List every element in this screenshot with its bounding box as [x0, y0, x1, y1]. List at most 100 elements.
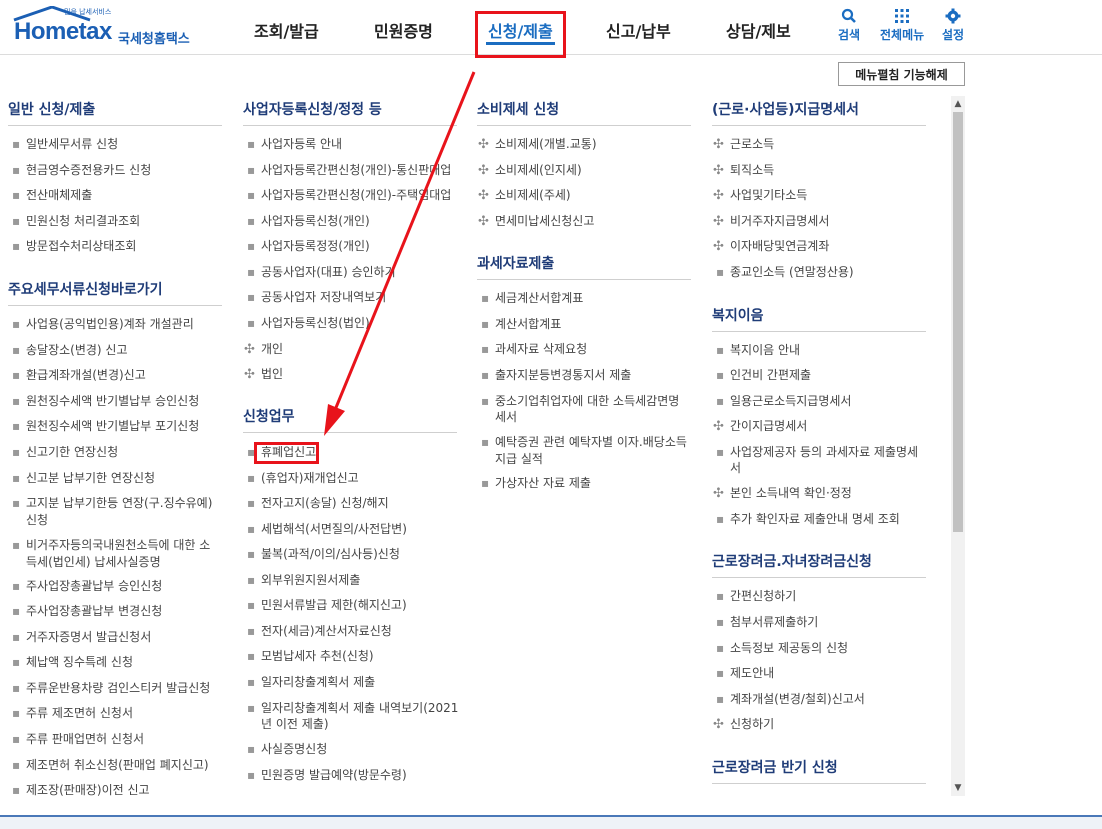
menu-item[interactable]: ▪ 원천징수세액 반기별납부 승인신청: [12, 393, 199, 410]
settings-button[interactable]: 설정: [942, 8, 964, 43]
menu-item[interactable]: ✣ 법인: [244, 366, 283, 383]
menu-item[interactable]: ▪ 계좌개설(변경/철회)신고서: [716, 691, 865, 708]
menu-item[interactable]: ✣ 이자배당및연금계좌: [713, 238, 829, 255]
menu-item-continued[interactable]: 세서: [495, 409, 517, 426]
hometax-logo[interactable]: 믿음 납세서비스 Hometax 국세청홈택스: [6, 4, 206, 50]
menu-item[interactable]: ▪ (휴업자)재개업신고: [247, 470, 359, 487]
menu-item[interactable]: ▪ 전자고지(송달) 신청/해지: [247, 495, 389, 512]
menu-item[interactable]: ✣ 소비제세(주세): [478, 187, 571, 204]
menu-item-label: 면세미납세신청신고: [495, 214, 595, 228]
menu-item[interactable]: ▪ 원천징수세액 반기별납부 포기신청: [12, 418, 199, 435]
menu-item[interactable]: ▪ 사업자등록 안내: [247, 136, 342, 153]
menu-item[interactable]: ▪ 사업자등록간편신청(개인)-주택임대업: [247, 187, 451, 204]
menu-item[interactable]: ▪ 민원신청 처리결과조회: [12, 213, 140, 230]
gnb-report-payment[interactable]: 신고/납부: [606, 18, 671, 42]
menu-item[interactable]: ▪ 주류 판매업면허 신청서: [12, 731, 144, 748]
menu-item[interactable]: ▪ 과세자료 삭제요청: [481, 341, 587, 358]
menu-item[interactable]: ▪ 신고분 납부기한 연장신청: [12, 470, 155, 487]
menu-item[interactable]: ▪ 전산매체제출: [12, 187, 92, 204]
menu-item-continued[interactable]: 서: [730, 460, 741, 477]
menu-item[interactable]: ▪ 제도안내: [716, 665, 774, 682]
menu-item[interactable]: ▪ 일자리창출계획서 제출: [247, 674, 375, 691]
menu-item[interactable]: ▪ 사업용(공익법인용)계좌 개설관리: [12, 316, 194, 333]
menu-item[interactable]: ▪ 전자(세금)계산서자료신청: [247, 623, 392, 640]
menu-item[interactable]: ✣ 소비제세(개별.교통): [478, 136, 597, 153]
menu-item[interactable]: ▪ 거주자증명서 발급신청서: [12, 629, 151, 646]
gnb-lookup-issue[interactable]: 조회/발급: [254, 18, 319, 42]
bullet-icon: ▪: [12, 214, 21, 228]
menu-item[interactable]: ▪ 주류 제조면허 신청서: [12, 705, 133, 722]
menu-expand-toggle-button[interactable]: 메뉴펼침 기능해제: [838, 62, 965, 86]
menu-item[interactable]: ▪ 사업자등록간편신청(개인)-통신판매업: [247, 162, 451, 179]
menu-item[interactable]: ▪ 출자지분등변경통지서 제출: [481, 367, 631, 384]
menu-item[interactable]: ▪ 비거주자등의국내원천소득에 대한 소: [12, 537, 210, 554]
section-divider: [8, 125, 222, 126]
menu-item[interactable]: ✣ 신청하기: [713, 716, 774, 733]
menu-item[interactable]: ▪ 공동사업자 저장내역보기: [247, 289, 386, 306]
search-button[interactable]: 검색: [838, 8, 860, 43]
menu-item[interactable]: ▪ 종교인소득 (연말정산용): [716, 264, 854, 281]
menu-item[interactable]: ✣ 근로소득: [713, 136, 774, 153]
menu-item[interactable]: ▪ 일용근로소득지급명세서: [716, 393, 851, 410]
menu-item[interactable]: ▪ 중소기업취업자에 대한 소득세감면명: [481, 393, 679, 410]
menu-item[interactable]: ▪ 사업자등록신청(법인): [247, 315, 370, 332]
menu-item[interactable]: ✣ 퇴직소득: [713, 162, 774, 179]
menu-item[interactable]: ▪ 환급계좌개설(변경)신고: [12, 367, 146, 384]
scroll-up-arrow-icon[interactable]: ▲: [951, 97, 965, 111]
gnb-civil-certificate[interactable]: 민원증명: [374, 18, 433, 42]
menu-item[interactable]: ▪ 주사업장총괄납부 승인신청: [12, 578, 162, 595]
menu-item[interactable]: ✣ 소비제세(인지세): [478, 162, 582, 179]
menu-item[interactable]: ▪ 인건비 간편제출: [716, 367, 811, 384]
menu-item[interactable]: ▪ 제조장(판매장)이전 신고: [12, 782, 150, 799]
menu-item[interactable]: ▪ 가상자산 자료 제출: [481, 475, 591, 492]
menu-item[interactable]: ▪ 송달장소(변경) 신고: [12, 342, 128, 359]
menu-item-continued[interactable]: 신청: [26, 512, 48, 529]
menu-item[interactable]: ▪ 소득정보 제공동의 신청: [716, 640, 848, 657]
gnb-consult-report[interactable]: 상담/제보: [726, 18, 791, 42]
all-menu-button[interactable]: 전체메뉴: [880, 8, 924, 43]
menu-item[interactable]: ▪ 불복(과적/이의/심사등)신청: [247, 546, 400, 563]
menu-item[interactable]: ✣ 비거주자지급명세서: [713, 213, 829, 230]
menu-item[interactable]: ▪ 제조면허 취소신청(판매업 폐지신고): [12, 757, 209, 774]
menu-item[interactable]: ▪ 사업자등록신청(개인): [247, 213, 370, 230]
menu-item[interactable]: ▪ 세금계산서합계표: [481, 290, 583, 307]
menu-item[interactable]: ▪ 신고기한 연장신청: [12, 444, 118, 461]
menu-item[interactable]: ▪ 공동사업자(대표) 승인하기: [247, 264, 396, 281]
menu-item[interactable]: ▪ 방문접수처리상태조회: [12, 238, 136, 255]
menu-item[interactable]: ▪ 민원서류발급 제한(해지신고): [247, 597, 407, 614]
menu-item[interactable]: ✣ 면세미납세신청신고: [478, 213, 595, 230]
menu-item[interactable]: ▪ 현금영수증전용카드 신청: [12, 162, 151, 179]
menu-item-label: 민원서류발급 제한(해지신고): [261, 598, 407, 612]
menu-item[interactable]: ▪ 예탁증권 관련 예탁자별 이자.배당소득: [481, 434, 687, 451]
menu-item-continued[interactable]: 지급 실적: [495, 451, 543, 468]
menu-item[interactable]: ✣ 개인: [244, 341, 283, 358]
menu-item[interactable]: ▪ 체납액 징수특례 신청: [12, 654, 133, 671]
scrollbar-thumb[interactable]: [953, 112, 963, 532]
menu-item-continued[interactable]: 년 이전 제출): [261, 716, 329, 733]
menu-item[interactable]: ▪ 주사업장총괄납부 변경신청: [12, 603, 162, 620]
section-title: 사업자등록신청/정정 등: [243, 102, 382, 118]
menu-item[interactable]: ✣ 간이지급명세서: [713, 418, 807, 435]
menu-item[interactable]: ▪ 일자리창출계획서 제출 내역보기(2021: [247, 700, 458, 717]
menu-item-continued[interactable]: 득세(법인세) 납세사실증명: [26, 554, 161, 571]
menu-item[interactable]: ▪ 추가 확인자료 제출안내 명세 조회: [716, 511, 900, 528]
menu-item[interactable]: ▪ 민원증명 발급예약(방문수령): [247, 767, 407, 784]
menu-item[interactable]: ▪ 주류운반용차량 검인스티커 발급신청: [12, 680, 210, 697]
menu-item[interactable]: ▪ 일반세무서류 신청: [12, 136, 118, 153]
menu-item[interactable]: ▪ 사업자등록정정(개인): [247, 238, 370, 255]
menu-item-label: 계좌개설(변경/철회)신고서: [730, 692, 865, 706]
scroll-down-arrow-icon[interactable]: ▼: [951, 781, 965, 795]
menu-item[interactable]: ▪ 외부위원지원서제출: [247, 572, 360, 589]
menu-item[interactable]: ▪ 계산서합계표: [481, 316, 561, 333]
menu-item[interactable]: ▪ 사실증명신청: [247, 741, 327, 758]
menu-item[interactable]: ✣ 사업및기타소득: [713, 187, 807, 204]
menu-item[interactable]: ▪ 첨부서류제출하기: [716, 614, 818, 631]
menu-item[interactable]: ▪ 모범납세자 추천(신청): [247, 648, 374, 665]
menu-item[interactable]: ✣ 본인 소득내역 확인·정정: [713, 485, 852, 502]
menu-item[interactable]: ▪ 고지분 납부기한등 연장(구.징수유예): [12, 495, 212, 512]
menu-item[interactable]: ▪ 간편신청하기: [716, 588, 796, 605]
menu-item[interactable]: ▪ 사업장제공자 등의 과세자료 제출명세: [716, 444, 918, 461]
menu-item-label: 신청: [26, 513, 49, 527]
menu-item[interactable]: ▪ 복지이음 안내: [716, 342, 800, 359]
menu-item[interactable]: ▪ 세법해석(서면질의/사전답변): [247, 521, 407, 538]
